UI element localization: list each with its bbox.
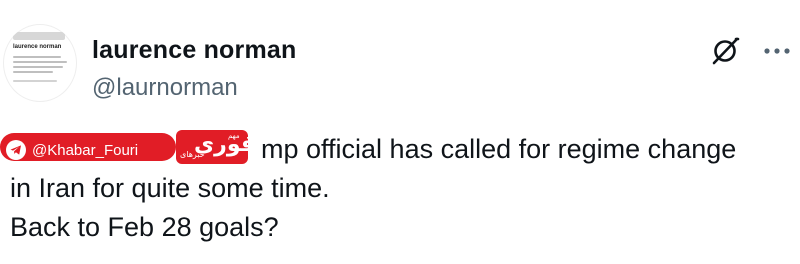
avatar-name: laurence norman (13, 44, 62, 50)
author-display-name[interactable]: laurence norman (92, 36, 296, 65)
author-handle[interactable]: @laurnorman (92, 74, 238, 102)
tweet-line-2: in Iran for quite some time. (10, 173, 330, 203)
watermark-logo-tag: مهم (228, 132, 240, 140)
more-icon[interactable] (760, 38, 794, 64)
watermark-logo: فوری خبرهای مهم (176, 130, 248, 164)
watermark-channel: @Khabar_Fouri (32, 142, 139, 159)
tweet-line-3: Back to Feb 28 goals? (10, 212, 279, 242)
watermark-pill: @Khabar_Fouri (0, 133, 176, 161)
grok-icon[interactable] (710, 36, 740, 66)
watermark: @Khabar_Fouri فوری خبرهای مهم (0, 130, 248, 164)
avatar[interactable]: laurence norman (3, 24, 77, 102)
watermark-logo-sub: خبرهای (180, 150, 205, 159)
telegram-icon (6, 140, 26, 160)
